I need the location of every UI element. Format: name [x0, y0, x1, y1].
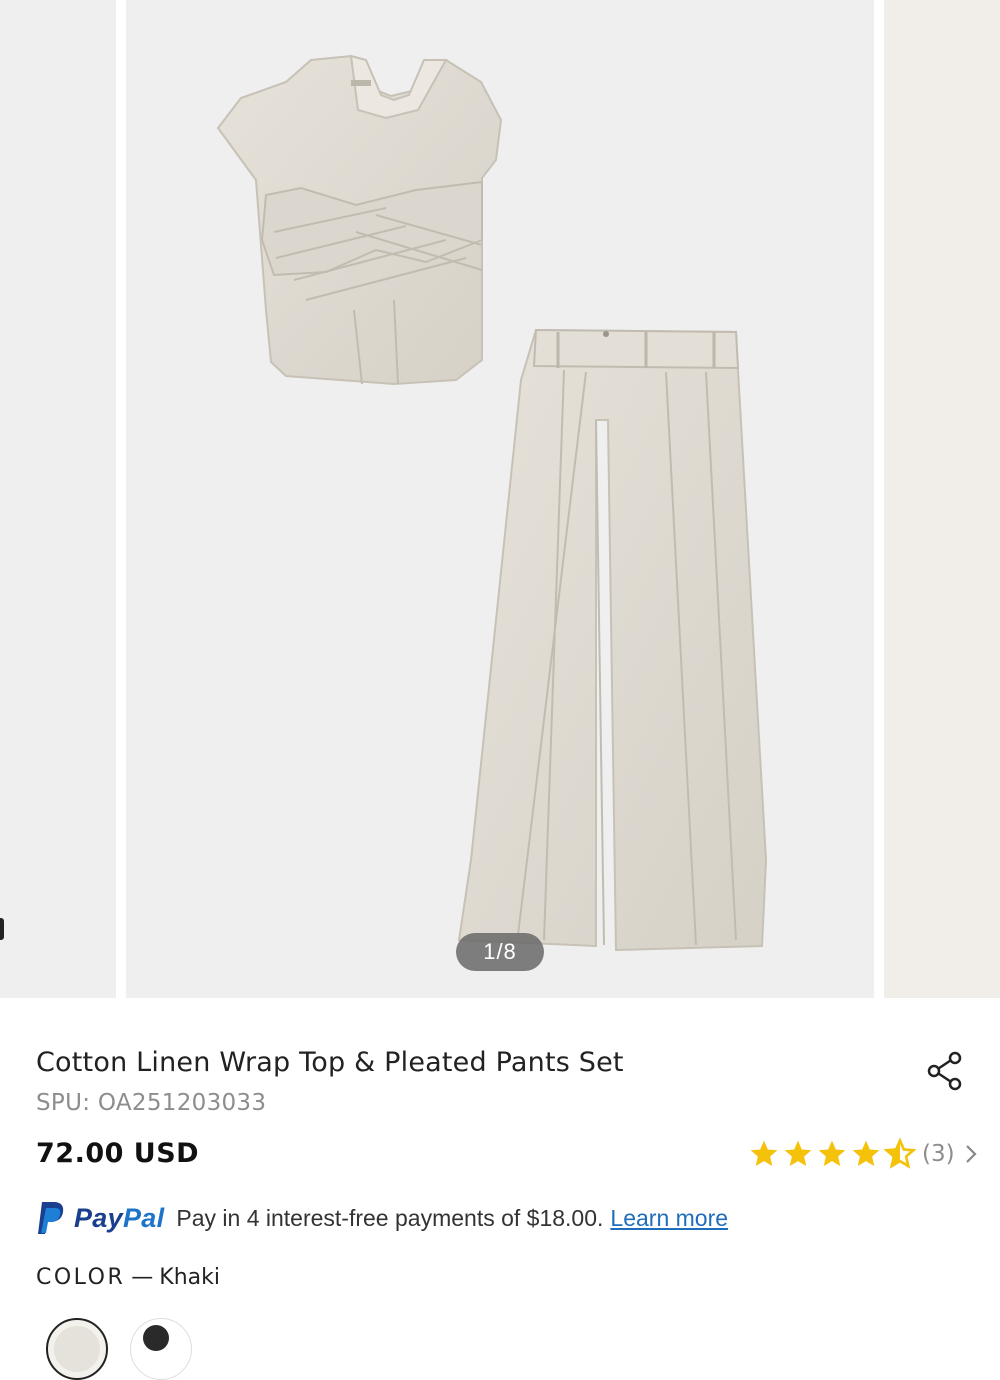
- star-icon: [818, 1140, 846, 1166]
- color-label: COLOR: [36, 1265, 126, 1290]
- color-label-row: COLOR — Khaki: [36, 1265, 220, 1290]
- chevron-right-icon: [965, 1145, 977, 1163]
- color-swatch-khaki[interactable]: [46, 1318, 108, 1380]
- product-price: 72.00 USD: [36, 1138, 200, 1169]
- product-spu: SPU: OA251203033: [36, 1090, 267, 1116]
- review-count: (3): [922, 1141, 955, 1167]
- image-counter: 1/8: [456, 933, 544, 971]
- share-icon: [927, 1051, 962, 1091]
- wrap-top: [216, 54, 503, 386]
- paypal-message: PayPal Pay in 4 interest-free payments o…: [36, 1198, 728, 1238]
- product-photo: [216, 54, 768, 952]
- paypal-wordmark-pay: Pay: [74, 1202, 123, 1233]
- learn-more-link[interactable]: Learn more: [610, 1205, 728, 1232]
- image-gallery[interactable]: 1/8: [0, 0, 1000, 998]
- previous-slide[interactable]: [0, 0, 116, 998]
- star-icon: [750, 1140, 778, 1166]
- share-button[interactable]: [924, 1050, 966, 1092]
- color-swatch-black[interactable]: [130, 1318, 192, 1380]
- star-icon: [852, 1140, 880, 1166]
- rating-summary[interactable]: (3): [748, 1136, 981, 1172]
- next-slide[interactable]: [884, 0, 1000, 998]
- pleated-pants: [457, 328, 768, 952]
- paypal-icon: [38, 1202, 64, 1234]
- selected-color: Khaki: [159, 1265, 220, 1290]
- paypal-wordmark-pal: Pal: [122, 1202, 165, 1233]
- color-separator: —: [131, 1265, 154, 1290]
- half-star-icon: [884, 1138, 916, 1169]
- paypal-installment-text: Pay in 4 interest-free payments of $18.0…: [176, 1204, 604, 1231]
- paypal-wordmark: PayPal: [74, 1203, 164, 1234]
- previous-slide-edge: [0, 918, 4, 940]
- product-title: Cotton Linen Wrap Top & Pleated Pants Se…: [36, 1047, 624, 1078]
- main-product-image[interactable]: [126, 0, 874, 998]
- star-icon: [784, 1140, 812, 1166]
